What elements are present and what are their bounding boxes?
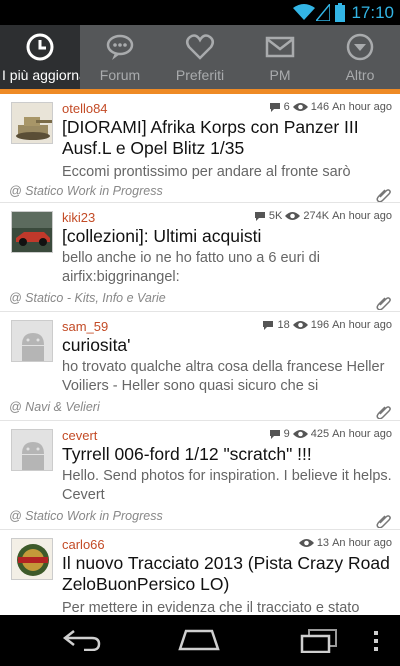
topic-list[interactable]: otello84 6 146 An hour ago [DIORAMI] Afr… [0, 89, 400, 615]
clock-icon [26, 33, 54, 61]
recent-apps-icon[interactable] [300, 628, 338, 653]
topic-title: Tyrrell 006-ford 1/12 "scratch" !!! [62, 444, 312, 464]
reply-count: 9 [283, 428, 290, 440]
tab-label: PM [269, 67, 291, 83]
tab-label: I più aggiornati [2, 67, 80, 83]
tab-favorites[interactable]: Preferiti [160, 25, 240, 89]
reply-count: 18 [277, 319, 290, 331]
tab-label: Forum [99, 67, 141, 83]
topic-time: An hour ago [332, 319, 392, 331]
home-icon[interactable] [178, 629, 220, 651]
view-count: 425 [310, 428, 330, 440]
system-nav-bar [0, 615, 400, 666]
reply-icon [269, 429, 280, 439]
topic-author[interactable]: kiki23 [62, 210, 95, 225]
topic-forum[interactable]: @ Statico - Kits, Info e Varie [9, 291, 166, 305]
signal-icon [316, 4, 330, 21]
back-icon[interactable] [62, 629, 102, 651]
topic-stats: 9 425 An hour ago [269, 428, 392, 440]
android-avatar [11, 320, 53, 362]
topic-item[interactable]: otello84 6 146 An hour ago [DIORAMI] Afr… [0, 94, 400, 203]
topic-preview: bello anche io ne ho fatto uno a 6 euri … [62, 250, 320, 285]
view-count: 274K [303, 210, 330, 222]
topic-title: Il nuovo Tracciato 2013 (Pista Crazy Roa… [62, 553, 390, 594]
topic-stats: 13 An hour ago [298, 537, 392, 549]
topic-author[interactable]: carlo66 [62, 537, 105, 552]
status-bar: 17:10 [0, 0, 400, 25]
eye-icon [298, 539, 314, 547]
view-count: 13 [316, 537, 330, 549]
tab-label: Altro [345, 67, 375, 83]
envelope-icon [265, 36, 295, 58]
heart-icon [186, 34, 214, 60]
topic-stats: 5K 274K An hour ago [254, 210, 392, 222]
topic-stats: 6 146 An hour ago [269, 101, 392, 113]
reply-count: 6 [283, 101, 290, 113]
tank-thumbnail [11, 102, 53, 144]
dropdown-circle-icon [346, 33, 374, 61]
tab-bar: I più aggiornati Forum Preferiti PM Altr… [0, 25, 400, 89]
reply-icon [254, 211, 265, 221]
clock-time: 17:10 [351, 3, 394, 22]
topic-preview: Per mettere in evidenza che il tracciato… [62, 600, 360, 615]
topic-preview: Eccomi prontissimo per andare al fronte … [62, 164, 351, 180]
car-thumbnail [11, 211, 53, 253]
topic-author[interactable]: sam_59 [62, 319, 108, 334]
topic-item[interactable]: carlo66 13 An hour ago Il nuovo Tracciat… [0, 530, 400, 615]
eye-icon [292, 103, 308, 111]
topic-author[interactable]: otello84 [62, 101, 108, 116]
tab-more[interactable]: Altro [320, 25, 400, 89]
topic-author[interactable]: cevert [62, 428, 97, 443]
battery-icon [335, 3, 345, 22]
android-avatar [11, 429, 53, 471]
tab-forum[interactable]: Forum [80, 25, 160, 89]
eye-icon [292, 321, 308, 329]
topic-title: [collezioni]: Ultimi acquisti [62, 226, 262, 246]
topic-forum[interactable]: @ Statico Work in Progress [9, 184, 163, 198]
reply-count: 5K [268, 210, 283, 222]
attachment-icon [376, 515, 391, 528]
attachment-icon [376, 406, 391, 419]
menu-overflow-icon[interactable] [373, 631, 379, 651]
view-count: 146 [310, 101, 330, 113]
attachment-icon [376, 189, 391, 202]
topic-preview: Hello. Send photos for inspiration. I be… [62, 468, 392, 503]
topic-preview: ho trovato qualche altra cosa della fran… [62, 359, 385, 394]
eye-icon [285, 212, 301, 220]
topic-stats: 18 196 An hour ago [262, 319, 392, 331]
view-count: 196 [310, 319, 330, 331]
reply-icon [269, 102, 280, 112]
topic-time: An hour ago [332, 537, 392, 549]
chat-bubble-icon [106, 34, 134, 60]
topic-item[interactable]: kiki23 5K 274K An hour ago [collezioni]:… [0, 203, 400, 312]
topic-time: An hour ago [332, 101, 392, 113]
topic-title: [DIORAMI] Afrika Korps con Panzer III Au… [62, 117, 359, 158]
eye-icon [292, 430, 308, 438]
topic-item[interactable]: sam_59 18 196 An hour ago curiosita' ho … [0, 312, 400, 421]
topic-time: An hour ago [332, 428, 392, 440]
topic-time: An hour ago [332, 210, 392, 222]
tab-latest[interactable]: I più aggiornati [0, 25, 80, 89]
tab-label: Preferiti [175, 67, 225, 83]
topic-forum[interactable]: @ Statico Work in Progress [9, 509, 163, 523]
wifi-icon [293, 4, 315, 20]
logo-thumbnail [11, 538, 53, 580]
tab-pm[interactable]: PM [240, 25, 320, 89]
topic-item[interactable]: cevert 9 425 An hour ago Tyrrell 006-for… [0, 421, 400, 530]
topic-forum[interactable]: @ Navi & Velieri [9, 400, 100, 414]
topic-title: curiosita' [62, 335, 131, 355]
reply-icon [263, 320, 274, 330]
attachment-icon [376, 297, 391, 310]
